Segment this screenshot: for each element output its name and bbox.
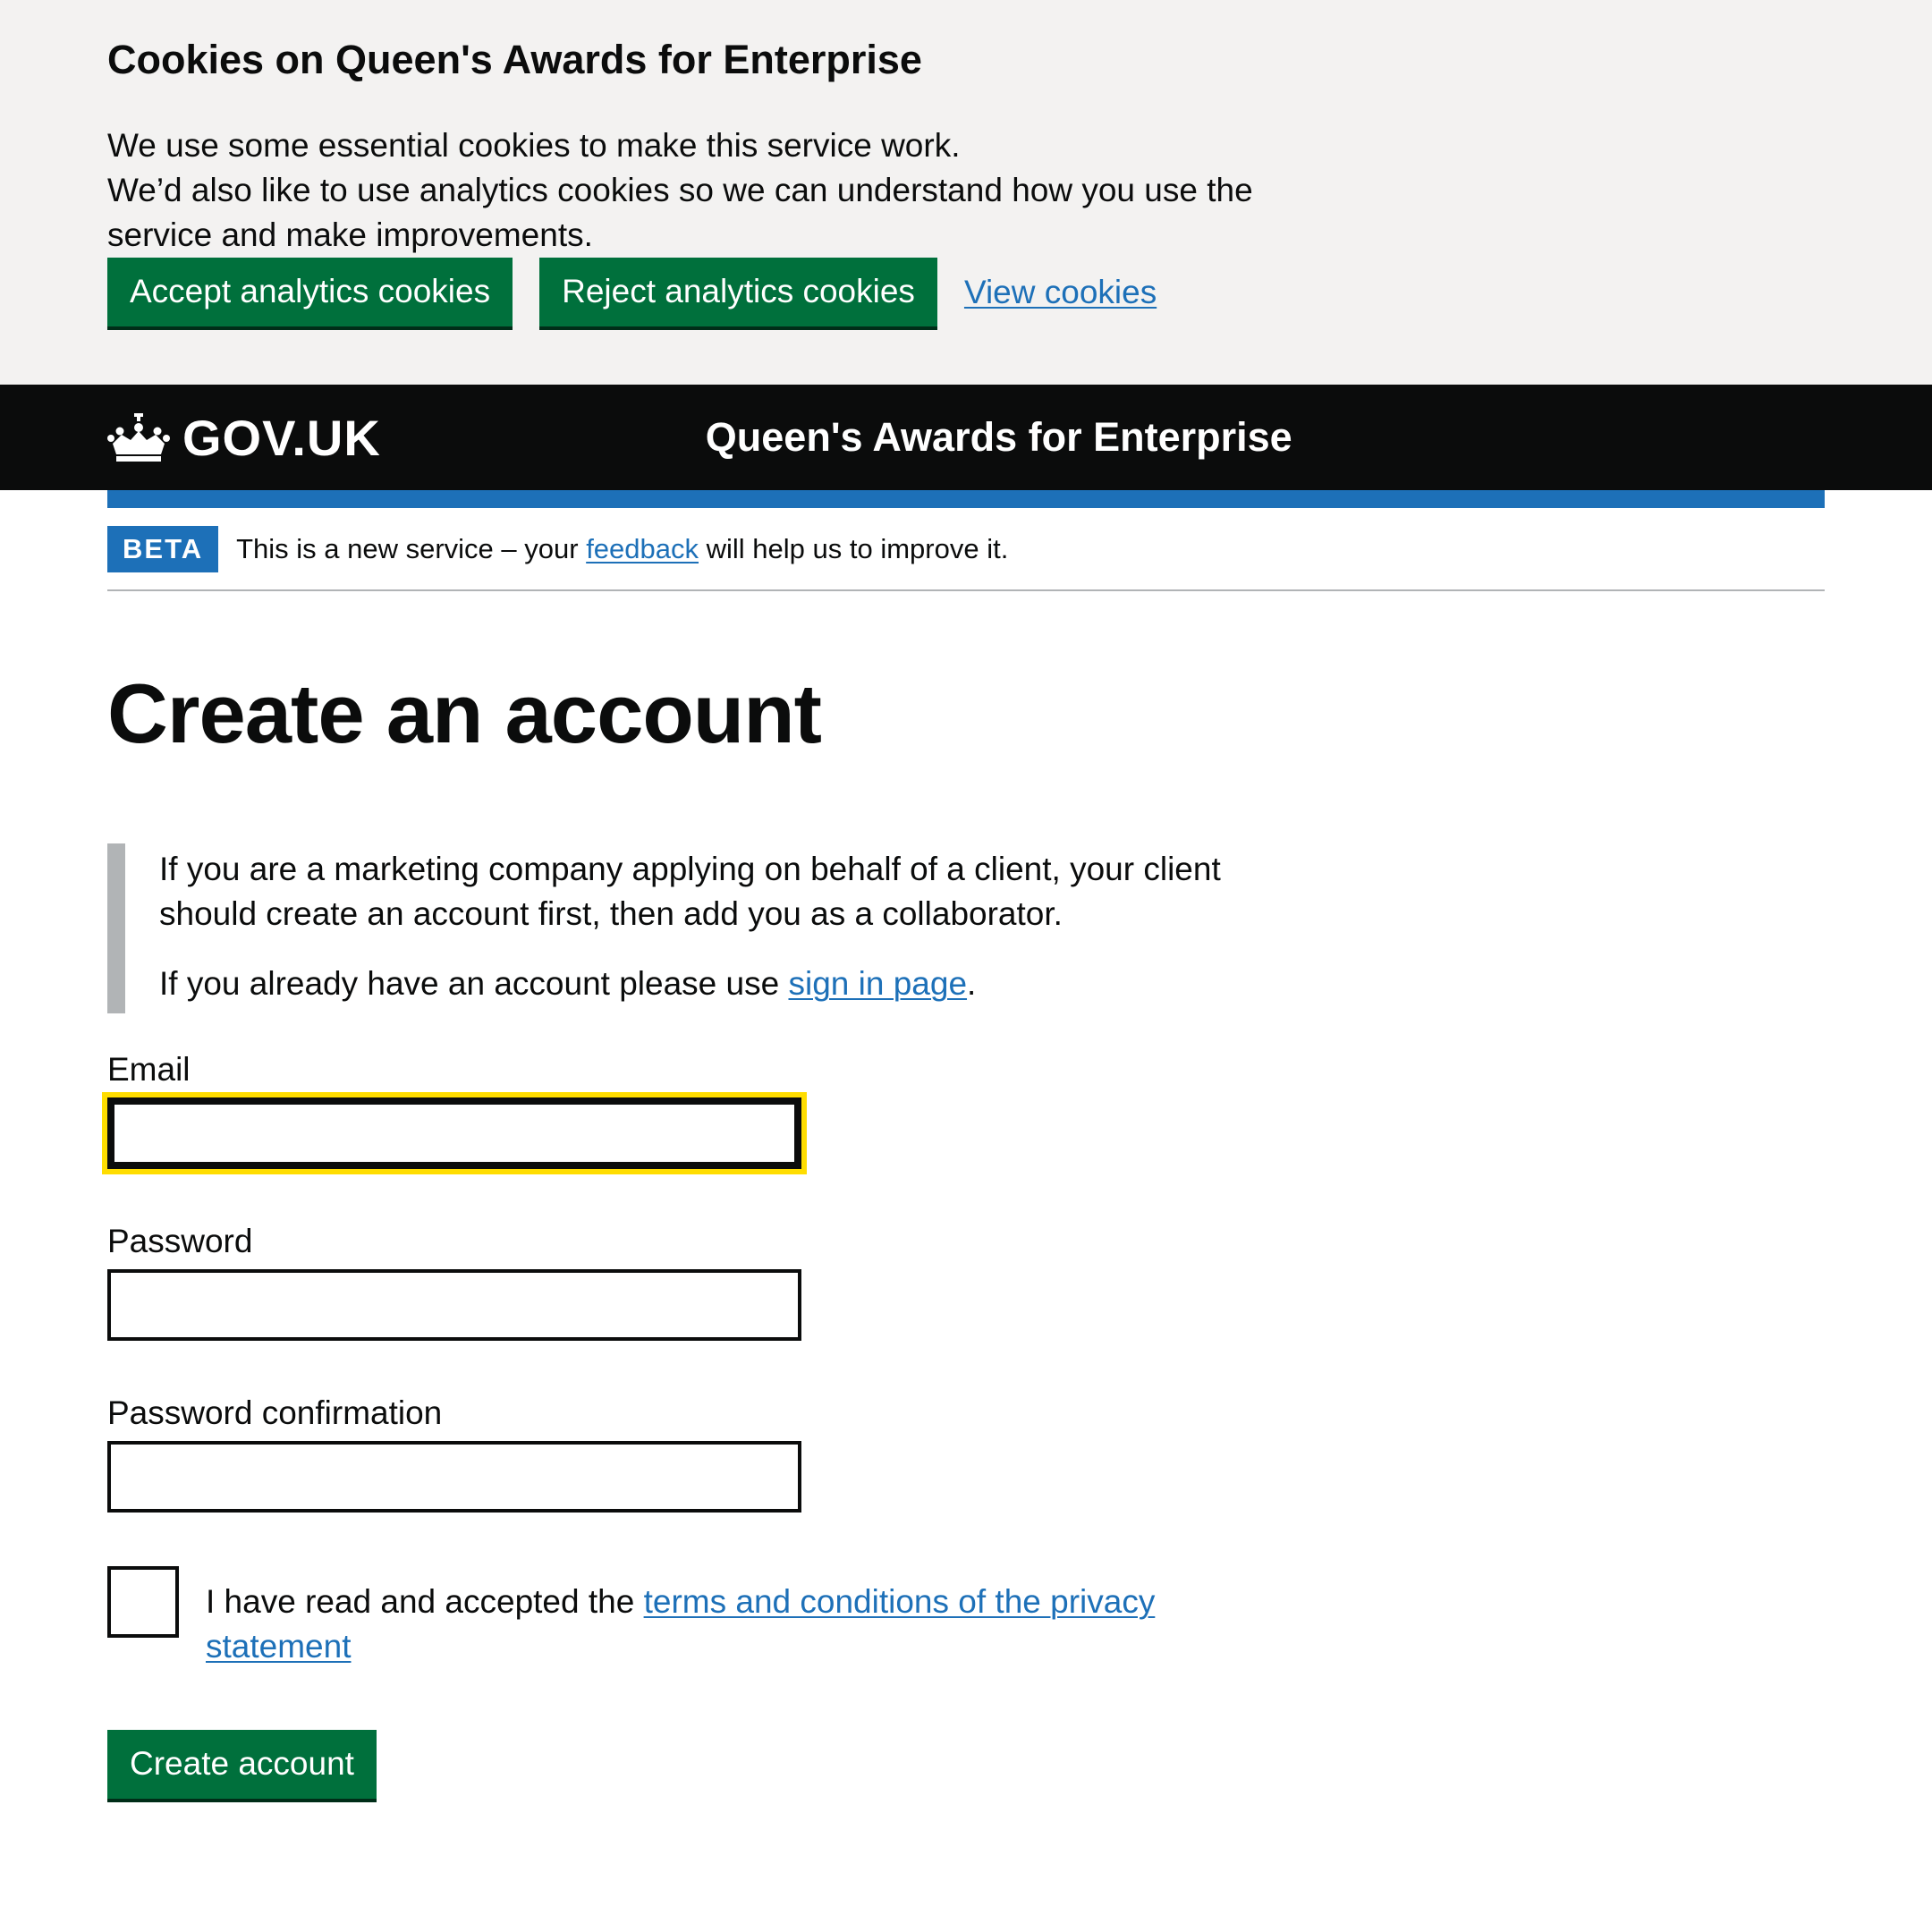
header-blue-bar	[107, 490, 1825, 508]
reject-analytics-cookies-button[interactable]: Reject analytics cookies	[539, 258, 937, 326]
password-field[interactable]	[107, 1269, 801, 1341]
cookie-banner: Cookies on Queen's Awards for Enterprise…	[0, 0, 1932, 385]
email-field-group: Email	[102, 1047, 1825, 1174]
feedback-link[interactable]: feedback	[586, 533, 699, 564]
govuk-logo-link[interactable]: GOV.UK	[107, 409, 381, 467]
beta-tag: BETA	[107, 525, 219, 572]
password-confirmation-field-group: Password confirmation	[107, 1391, 1825, 1513]
cookie-banner-actions: Accept analytics cookies Reject analytic…	[107, 258, 1825, 326]
inset-text-before: If you already have an account please us…	[159, 965, 789, 1002]
cookie-banner-text-2: We’d also like to use analytics cookies …	[107, 172, 1253, 253]
submit-row: Create account	[107, 1730, 1825, 1799]
password-confirmation-label: Password confirmation	[107, 1394, 443, 1431]
inset-text: If you are a marketing company applying …	[107, 843, 1268, 1013]
cookie-banner-title: Cookies on Queen's Awards for Enterprise	[107, 37, 922, 82]
cookie-banner-text-1: We use some essential cookies to make th…	[107, 127, 961, 164]
govuk-logo-text: GOV.UK	[182, 409, 381, 466]
password-confirmation-field[interactable]	[107, 1441, 801, 1513]
phase-text-before: This is a new service – your	[236, 532, 587, 564]
password-field-group: Password	[107, 1219, 1825, 1341]
email-label: Email	[107, 1051, 191, 1088]
create-account-form: Email Password Password confirmation I h…	[102, 1047, 1825, 1799]
accept-analytics-cookies-button[interactable]: Accept analytics cookies	[107, 258, 513, 326]
sign-in-page-link[interactable]: sign in page	[788, 965, 967, 1002]
view-cookies-link[interactable]: View cookies	[964, 274, 1157, 311]
phase-banner: BETA This is a new service – your feedba…	[107, 508, 1825, 591]
inset-text-after: .	[967, 965, 977, 1002]
terms-checkbox-label[interactable]: I have read and accepted the terms and c…	[206, 1566, 1190, 1669]
terms-text-before: I have read and accepted the	[206, 1583, 644, 1620]
terms-checkbox[interactable]	[107, 1566, 179, 1638]
site-header: GOV.UK Queen's Awards for Enterprise	[0, 385, 1932, 490]
email-field[interactable]	[102, 1092, 807, 1174]
crown-icon	[107, 413, 170, 462]
create-account-button[interactable]: Create account	[107, 1730, 377, 1799]
inset-paragraph-1: If you are a marketing company applying …	[159, 851, 1221, 932]
service-name-link[interactable]: Queen's Awards for Enterprise	[706, 414, 1292, 461]
page-title: Create an account	[107, 666, 822, 760]
inset-paragraph-2: If you already have an account please us…	[159, 962, 1268, 1006]
phase-banner-text: This is a new service – your feedback wi…	[236, 533, 1008, 565]
password-label: Password	[107, 1223, 253, 1259]
terms-checkbox-row: I have read and accepted the terms and c…	[107, 1566, 1825, 1669]
phase-text-after: will help us to improve it.	[699, 532, 1009, 564]
main-content: Create an account If you are a marketing…	[102, 665, 1825, 1799]
